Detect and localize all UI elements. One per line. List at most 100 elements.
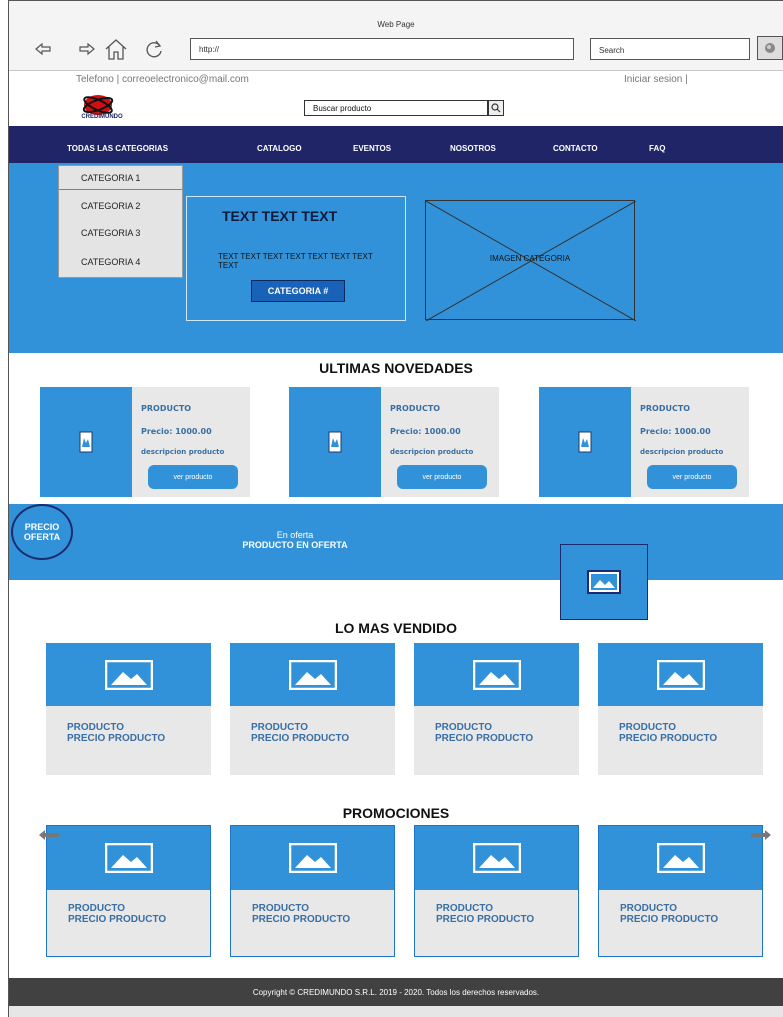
nav-catalogo[interactable]: CATALOGO [257, 144, 302, 153]
product-price: PRECIO PRODUCTO [67, 733, 166, 744]
promotion-card[interactable]: PRODUCTO PRECIO PRODUCTO [230, 825, 395, 957]
best-seller-card[interactable]: PRODUCTO PRECIO PRODUCTO [230, 643, 395, 775]
product-search-input[interactable]: Buscar producto [304, 100, 488, 116]
image-placeholder-icon [472, 843, 521, 873]
search-icon [765, 43, 775, 53]
product-image [47, 826, 210, 890]
contact-info: Telefono | correoelectronico@mail.com [76, 74, 249, 85]
nav-all-categories[interactable]: TODAS LAS CATEGORIAS [67, 144, 168, 153]
novedades-title: ULTIMAS NOVEDADES [319, 360, 473, 376]
product-name: PRODUCTO [619, 722, 677, 733]
offer-text: En oferta PRODUCTO EN OFERTA [200, 530, 390, 550]
category-button[interactable]: CATEGORIA # [251, 280, 345, 302]
view-product-button[interactable]: ver producto [148, 465, 238, 489]
nav-contacto[interactable]: CONTACTO [553, 144, 598, 153]
nav-nosotros[interactable]: NOSOTROS [450, 144, 496, 153]
nav-faq[interactable]: FAQ [649, 144, 665, 153]
copyright-text: Copyright © CREDIMUNDO S.R.L. 2019 - 202… [252, 987, 540, 997]
product-search-button[interactable] [488, 100, 504, 116]
mobile-image-icon [79, 431, 93, 453]
reload-icon[interactable] [140, 34, 170, 64]
product-name: PRODUCTO [67, 722, 125, 733]
left-arrow-icon [39, 830, 59, 840]
category-item[interactable]: CATEGORIA 2 [59, 194, 182, 218]
product-image [599, 826, 762, 890]
product-image [231, 826, 394, 890]
product-description: descripcion producto [141, 448, 225, 456]
best-sellers-title: LO MAS VENDIDO [334, 620, 458, 636]
product-card: PRODUCTO Precio: 1000.00 descripcion pro… [289, 387, 499, 497]
product-price: PRECIO PRODUCTO [436, 914, 535, 925]
category-item[interactable]: CATEGORIA 4 [59, 250, 182, 274]
product-thumbnail [539, 387, 631, 497]
best-seller-card[interactable]: PRODUCTO PRECIO PRODUCTO [46, 643, 211, 775]
product-price: PRECIO PRODUCTO [252, 914, 351, 925]
url-field[interactable]: http:// [190, 38, 574, 60]
image-placeholder-icon [587, 570, 621, 594]
hero-title: TEXT TEXT TEXT [222, 208, 338, 224]
offer-badge: PRECIO OFERTA [11, 504, 73, 560]
footer: Copyright © CREDIMUNDO S.R.L. 2019 - 202… [9, 978, 783, 1006]
home-icon[interactable] [101, 34, 131, 64]
product-image [598, 643, 763, 706]
forward-icon[interactable] [72, 34, 102, 64]
image-placeholder-icon [656, 843, 705, 873]
browser-search-input[interactable]: Search [590, 38, 750, 60]
view-product-button[interactable]: ver producto [647, 465, 737, 489]
offer-product-image[interactable] [560, 544, 648, 620]
promotion-card[interactable]: PRODUCTO PRECIO PRODUCTO [414, 825, 579, 957]
image-placeholder-icon [288, 659, 337, 690]
window-title: Web Page [377, 20, 415, 29]
product-name: PRODUCTO [436, 903, 494, 914]
product-price: PRECIO PRODUCTO [620, 914, 719, 925]
mobile-image-icon [328, 431, 342, 453]
product-image [46, 643, 211, 706]
image-placeholder-icon [104, 659, 153, 690]
product-name: PRODUCTO [251, 722, 309, 733]
offer-line-1: En oferta [276, 530, 314, 540]
promotion-card[interactable]: PRODUCTO PRECIO PRODUCTO [598, 825, 763, 957]
product-card: PRODUCTO Precio: 1000.00 descripcion pro… [40, 387, 250, 497]
product-price: PRECIO PRODUCTO [619, 733, 718, 744]
login-link[interactable]: Iniciar sesion | [624, 74, 688, 85]
carousel-next[interactable] [750, 828, 772, 844]
browser-search-button[interactable] [757, 36, 783, 60]
product-card: PRODUCTO Precio: 1000.00 descripcion pro… [539, 387, 749, 497]
product-image [414, 643, 579, 706]
category-item[interactable]: CATEGORIA 3 [59, 221, 182, 245]
product-name: PRODUCTO [252, 903, 310, 914]
image-placeholder-icon [656, 659, 705, 690]
product-image [415, 826, 578, 890]
promotion-card[interactable]: PRODUCTO PRECIO PRODUCTO [46, 825, 211, 957]
product-name: PRODUCTO [390, 404, 441, 413]
footer-strip [9, 1006, 783, 1017]
best-seller-card[interactable]: PRODUCTO PRECIO PRODUCTO [414, 643, 579, 775]
product-price: PRECIO PRODUCTO [68, 914, 167, 925]
product-thumbnail [40, 387, 132, 497]
category-item[interactable]: CATEGORIA 1 [59, 166, 182, 190]
carousel-prev[interactable] [38, 828, 60, 844]
product-price: Precio: 1000.00 [390, 427, 461, 436]
product-price: Precio: 1000.00 [640, 427, 711, 436]
product-name: PRODUCTO [640, 404, 691, 413]
hero-text: TEXT TEXT TEXT TEXT TEXT TEXT TEXT TEXT [218, 252, 373, 270]
product-name: PRODUCTO [68, 903, 126, 914]
promotions-title: PROMOCIONES [342, 805, 450, 821]
product-description: descripcion producto [390, 448, 474, 456]
svg-text:CREDIMUNDO: CREDIMUNDO [81, 114, 123, 120]
logo[interactable]: CREDIMUNDO [74, 94, 130, 120]
nav-eventos[interactable]: EVENTOS [353, 144, 391, 153]
offer-line-2[interactable]: PRODUCTO EN OFERTA [200, 540, 390, 550]
product-name: PRODUCTO [620, 903, 678, 914]
product-image [230, 643, 395, 706]
product-price: Precio: 1000.00 [141, 427, 212, 436]
back-icon[interactable] [28, 34, 58, 64]
search-icon [491, 103, 501, 113]
offer-banner [9, 504, 783, 580]
best-seller-card[interactable]: PRODUCTO PRECIO PRODUCTO [598, 643, 763, 775]
view-product-button[interactable]: ver producto [397, 465, 487, 489]
product-thumbnail [289, 387, 381, 497]
right-arrow-icon [751, 830, 771, 840]
image-placeholder-icon [472, 659, 521, 690]
image-placeholder-icon [104, 843, 153, 873]
